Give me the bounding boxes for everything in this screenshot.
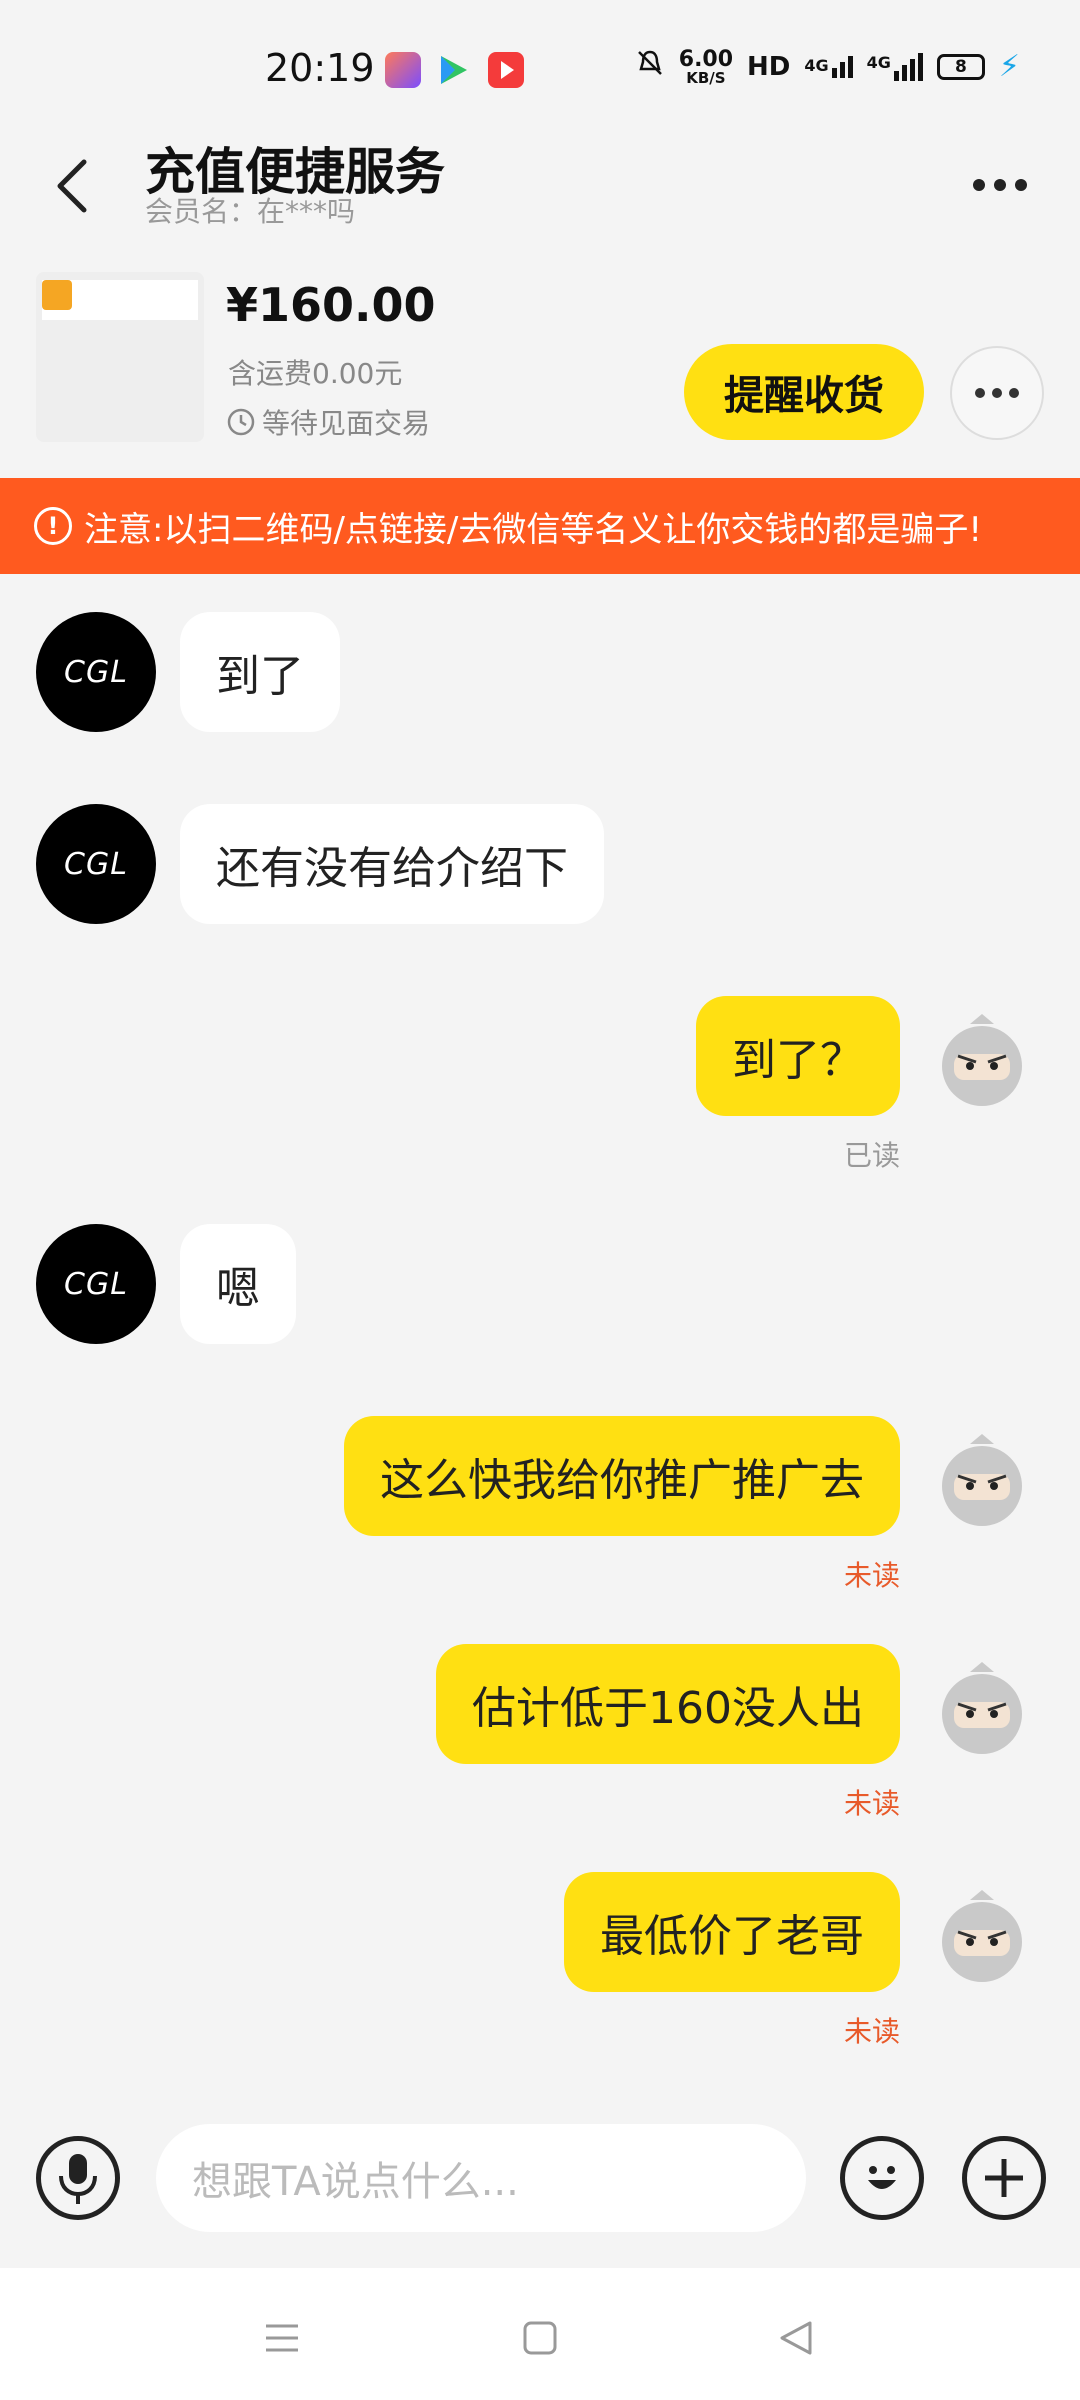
app-icon-1 (385, 52, 421, 88)
network-speed: 6.00 KB/S (678, 46, 734, 87)
dot-icon (994, 179, 1006, 191)
battery-icon: 8 (936, 53, 985, 80)
ninja-avatar-icon (942, 1662, 1022, 1754)
message-bubble-incoming[interactable]: 嗯 (180, 1224, 296, 1344)
menu-icon (266, 2324, 298, 2352)
contact-avatar[interactable]: CGL (36, 1224, 156, 1344)
signal-icon: 4G (804, 55, 853, 78)
ninja-avatar-icon (942, 1014, 1022, 1106)
my-avatar[interactable] (932, 1012, 1032, 1112)
contact-avatar[interactable]: CGL (36, 804, 156, 924)
my-avatar[interactable] (932, 1888, 1032, 1988)
ninja-avatar-icon (942, 1434, 1022, 1526)
unread-receipt: 未读 (843, 1559, 900, 1592)
charging-icon: ⚡ (998, 49, 1020, 84)
microphone-icon (59, 2154, 97, 2204)
system-nav-bar (0, 2268, 1080, 2400)
smiley-icon (868, 2166, 896, 2189)
product-thumbnail[interactable] (36, 272, 204, 442)
order-price: ¥160.00 (226, 278, 436, 332)
message-input-bar: 想跟TA说点什么... (0, 2110, 1080, 2260)
hd-indicator: HD (747, 51, 791, 82)
message-bubble-incoming[interactable]: 还有没有给介绍下 (180, 804, 604, 924)
message-bubble-outgoing[interactable]: 最低价了老哥 (564, 1872, 900, 1992)
status-time: 20:19 (265, 46, 375, 90)
dot-icon (1015, 179, 1027, 191)
warning-text: 注意:以扫二维码/点链接/去微信等名义让你交钱的都是骗子! (84, 509, 982, 550)
contact-avatar[interactable]: CGL (36, 612, 156, 732)
chat-screen: 20:19 6.00 KB/S HD 4G 4G 8 ⚡ 充值便捷服务 会员名：… (0, 0, 1080, 2400)
read-receipt: 已读 (843, 1139, 900, 1172)
menu-button[interactable] (252, 2308, 312, 2368)
unread-receipt: 未读 (843, 1787, 900, 1820)
signal-icon-2: 4G (867, 52, 923, 81)
shipping-fee: 含运费0.00元 (228, 357, 403, 390)
remind-receipt-button[interactable]: 提醒收货 (684, 344, 924, 440)
square-icon (523, 2321, 557, 2355)
message-bubble-outgoing[interactable]: 到了？ (696, 996, 900, 1116)
message-bubble-outgoing[interactable]: 估计低于160没人出 (436, 1644, 900, 1764)
voice-button[interactable] (36, 2136, 120, 2220)
fraud-warning-banner: ! 注意:以扫二维码/点链接/去微信等名义让你交钱的都是骗子! (0, 478, 1080, 574)
emoji-button[interactable] (840, 2136, 924, 2220)
dot-icon (975, 388, 985, 398)
mute-bell-icon (635, 48, 665, 85)
add-button[interactable] (962, 2136, 1046, 2220)
dot-icon (973, 179, 985, 191)
order-status-text: 等待见面交易 (262, 407, 431, 440)
plus-icon (985, 2159, 1023, 2197)
my-avatar[interactable] (932, 1660, 1032, 1760)
chevron-left-icon (57, 159, 87, 213)
back-nav-button[interactable] (766, 2308, 826, 2368)
thumbnail-tag (42, 280, 72, 310)
chat-header: 充值便捷服务 会员名：在***吗 (0, 130, 1080, 250)
more-options-button[interactable] (960, 150, 1040, 220)
message-bubble-outgoing[interactable]: 这么快我给你推广推广去 (344, 1416, 900, 1536)
unread-receipt: 未读 (843, 2015, 900, 2048)
exclamation-icon: ! (34, 507, 72, 545)
message-bubble-incoming[interactable]: 到了 (180, 612, 340, 732)
red-app-icon (488, 52, 524, 88)
order-summary[interactable]: ¥160.00 含运费0.00元 等待见面交易 提醒收货 (0, 268, 1080, 468)
dot-icon (992, 388, 1002, 398)
video-app-icon (435, 52, 471, 88)
home-button[interactable] (510, 2308, 570, 2368)
order-more-button[interactable] (950, 346, 1044, 440)
status-right: 6.00 KB/S HD 4G 4G 8 ⚡ (635, 48, 1020, 85)
message-input[interactable]: 想跟TA说点什么... (156, 2124, 806, 2232)
dot-icon (1009, 388, 1019, 398)
status-bar: 20:19 6.00 KB/S HD 4G 4G 8 ⚡ (0, 0, 1080, 130)
triangle-back-icon (780, 2321, 812, 2355)
ninja-avatar-icon (942, 1890, 1022, 1982)
order-status: 等待见面交易 (226, 402, 430, 442)
back-button[interactable] (46, 146, 106, 226)
clock-icon (227, 408, 255, 436)
my-avatar[interactable] (932, 1432, 1032, 1532)
member-name: 会员名：在***吗 (145, 195, 356, 228)
